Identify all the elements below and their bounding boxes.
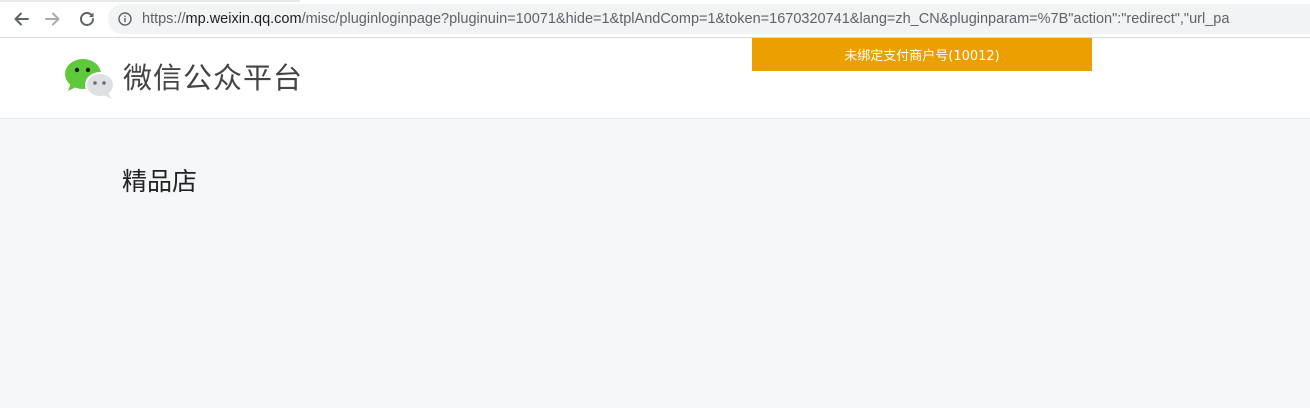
url-host: mp.weixin.qq.com	[185, 11, 302, 27]
forward-button[interactable]	[42, 8, 64, 30]
forward-arrow-icon	[45, 12, 60, 26]
url-text[interactable]: https://mp.weixin.qq.com/misc/pluginlogi…	[142, 10, 1229, 28]
reload-button[interactable]	[76, 8, 98, 30]
address-bar[interactable]: https://mp.weixin.qq.com/misc/pluginlogi…	[108, 4, 1310, 34]
info-icon[interactable]	[118, 12, 132, 26]
back-button[interactable]	[10, 8, 32, 30]
logo-title[interactable]: 微信公众平台	[123, 60, 303, 96]
browser-toolbar: https://mp.weixin.qq.com/misc/pluginlogi…	[0, 0, 1310, 38]
alert-text: 未绑定支付商户号(10012)	[844, 49, 1000, 64]
wechat-logo-icon[interactable]	[64, 58, 116, 100]
alert-banner: 未绑定支付商户号(10012)	[752, 38, 1092, 71]
reload-icon	[80, 12, 94, 26]
page-title: 精品店	[122, 167, 198, 196]
tab-strip	[0, 0, 300, 2]
url-path: /misc/pluginloginpage?pluginuin=10071&hi…	[301, 11, 1230, 27]
main-content: 精品店	[0, 119, 1310, 408]
back-arrow-icon	[14, 12, 29, 26]
url-scheme: https://	[142, 11, 186, 27]
site-header: 微信公众平台	[0, 38, 1310, 119]
